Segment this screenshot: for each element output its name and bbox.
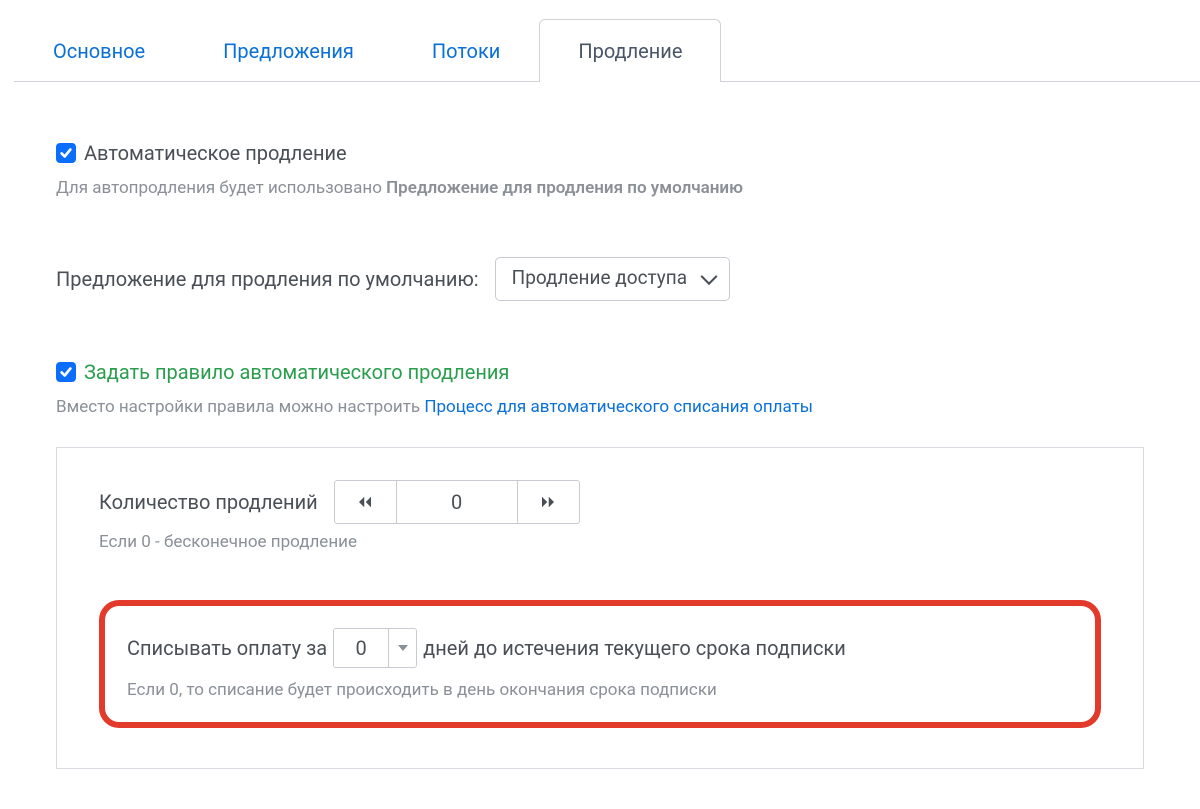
- charge-before-dropdown[interactable]: [388, 629, 416, 667]
- auto-renew-row: Автоматическое продление Для автопродлен…: [56, 138, 1144, 201]
- tab-main[interactable]: Основное: [14, 19, 184, 82]
- check-icon: [59, 146, 73, 160]
- renew-count-stepper: 0: [334, 480, 580, 524]
- default-offer-row: Предложение для продления по умолчанию: …: [56, 257, 1144, 301]
- rule-label: Задать правило автоматического продления: [84, 357, 509, 387]
- rule-checkbox[interactable]: [56, 362, 76, 382]
- charge-before-input: 0: [333, 628, 417, 668]
- check-icon: [59, 365, 73, 379]
- charge-before-prefix: Списывать оплату за: [127, 633, 327, 663]
- settings-page: Основное Предложения Потоки Продление Ав…: [0, 18, 1200, 769]
- charge-before-value[interactable]: 0: [334, 629, 388, 667]
- renew-count-row: Количество продлений 0: [99, 480, 1101, 524]
- renew-count-label: Количество продлений: [99, 487, 318, 517]
- renewal-rule-panel: Количество продлений 0 Если 0 - бесконеч…: [56, 447, 1144, 769]
- rule-hint-link[interactable]: Процесс для автоматического списания опл…: [424, 397, 813, 417]
- charge-before-highlight: Списывать оплату за 0 дней до истечения …: [99, 600, 1101, 729]
- tab-offers[interactable]: Предложения: [184, 19, 393, 82]
- tab-streams[interactable]: Потоки: [393, 19, 539, 82]
- rule-hint-prefix: Вместо настройки правила можно настроить: [56, 397, 424, 417]
- renew-count-hint: Если 0 - бесконечное продление: [99, 530, 1101, 556]
- auto-renew-label: Автоматическое продление: [84, 138, 347, 168]
- default-offer-label: Предложение для продления по умолчанию:: [56, 264, 479, 294]
- charge-before-line: Списывать оплату за 0 дней до истечения …: [127, 628, 1073, 668]
- double-chevron-right-icon: [539, 493, 557, 511]
- rule-hint: Вместо настройки правила можно настроить…: [56, 395, 1144, 420]
- auto-renew-hint-bold: Предложение для продления по умолчанию: [386, 178, 743, 198]
- rule-row: Задать правило автоматического продления…: [56, 357, 1144, 420]
- rule-checkbox-line: Задать правило автоматического продления: [56, 357, 1144, 387]
- renew-count-value[interactable]: 0: [397, 481, 517, 523]
- tab-renewal[interactable]: Продление: [539, 19, 721, 82]
- default-offer-value: Продление доступа: [512, 264, 687, 293]
- double-chevron-left-icon: [356, 493, 374, 511]
- renew-count-increment[interactable]: [517, 481, 579, 523]
- auto-renew-checkbox[interactable]: [56, 143, 76, 163]
- auto-renew-hint: Для автопродления будет использовано Пре…: [56, 176, 1144, 201]
- charge-before-suffix: дней до истечения текущего срока подписк…: [423, 633, 846, 663]
- tabs-bar: Основное Предложения Потоки Продление: [14, 18, 1200, 82]
- auto-renew-checkbox-line: Автоматическое продление: [56, 138, 1144, 168]
- renew-count-decrement[interactable]: [335, 481, 397, 523]
- charge-before-hint: Если 0, то списание будет происходить в …: [127, 678, 1073, 703]
- tab-content: Автоматическое продление Для автопродлен…: [0, 82, 1200, 769]
- auto-renew-hint-prefix: Для автопродления будет использовано: [56, 178, 386, 198]
- default-offer-select[interactable]: Продление доступа: [495, 257, 730, 301]
